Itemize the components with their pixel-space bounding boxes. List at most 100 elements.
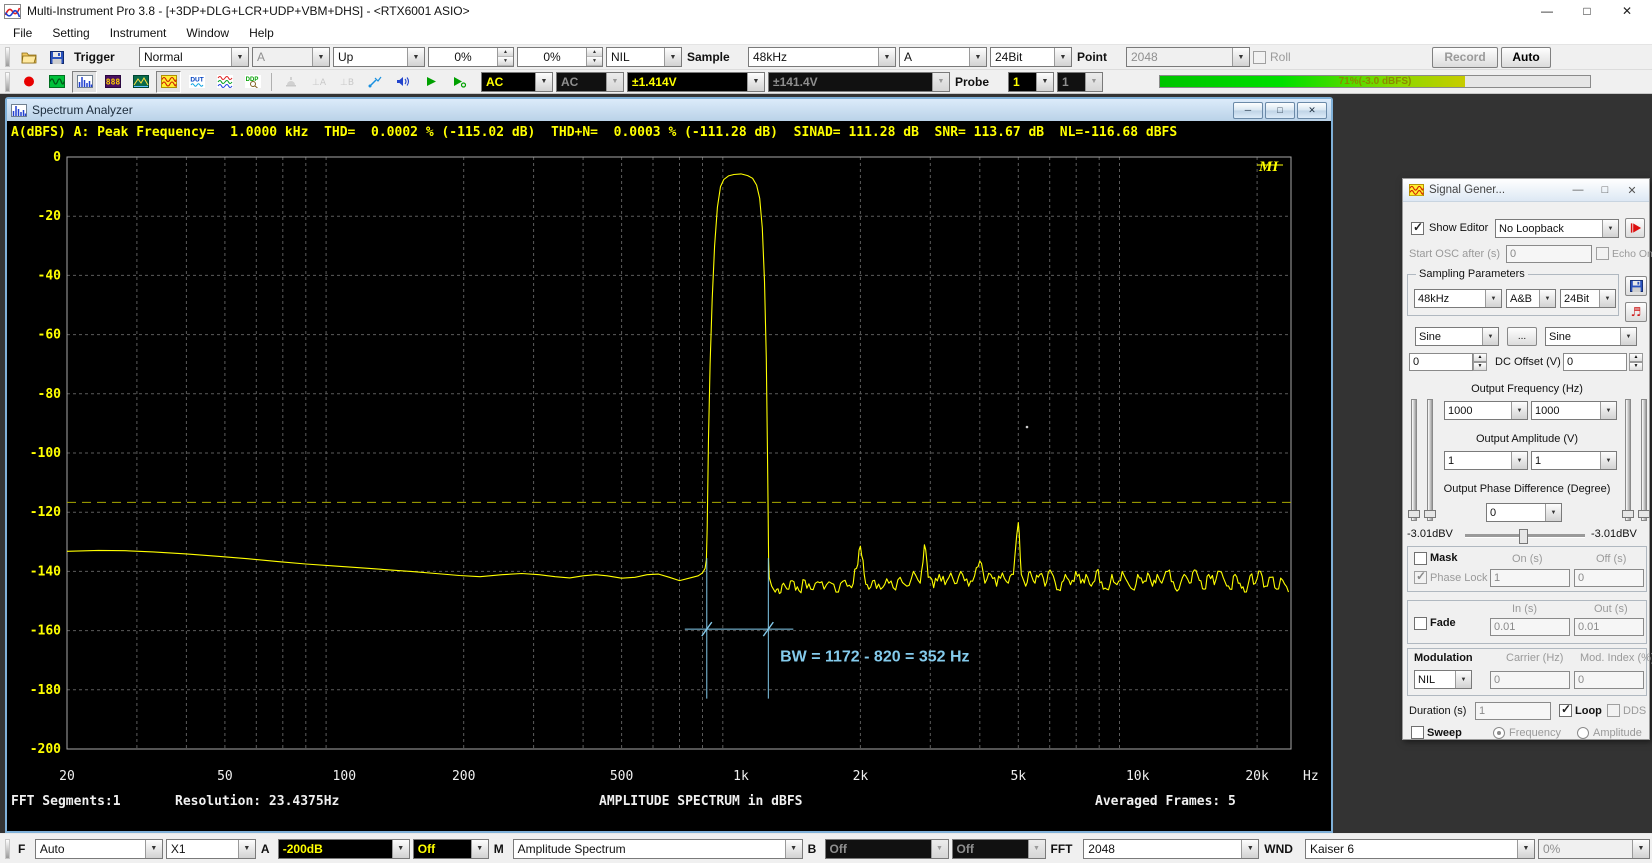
oscilloscope-icon[interactable] bbox=[44, 71, 69, 93]
menu-help[interactable]: Help bbox=[240, 24, 283, 42]
marker-b-icon[interactable]: ⊥B bbox=[334, 71, 359, 93]
generator-bit-depth-select[interactable]: 24Bit▼ bbox=[1560, 289, 1616, 308]
mask-checkbox[interactable] bbox=[1414, 552, 1427, 565]
level-slider-a1[interactable] bbox=[1411, 399, 1417, 521]
toolbar-grip[interactable] bbox=[5, 47, 10, 67]
dc-offset-a-input[interactable]: 0 bbox=[1409, 353, 1473, 371]
channel-a-y-range-select[interactable]: -200dB▼ bbox=[278, 839, 410, 859]
panel-minimize-icon[interactable]: — bbox=[1567, 184, 1589, 196]
duration-input[interactable]: 1 bbox=[1475, 702, 1551, 720]
output-amplitude-b-select[interactable]: 1▼ bbox=[1531, 451, 1617, 470]
spin-up-icon[interactable]: ▲ bbox=[587, 48, 602, 57]
spectrum-analyzer-icon[interactable] bbox=[72, 71, 97, 93]
balance-slider[interactable] bbox=[1465, 534, 1585, 538]
generator-sampling-rate-select[interactable]: 48kHz▼ bbox=[1414, 289, 1502, 308]
device-test-plan-icon[interactable]: DUT bbox=[184, 71, 209, 93]
spectrum-3d-plot-icon[interactable] bbox=[128, 71, 153, 93]
phase-lock-checkbox[interactable] bbox=[1414, 571, 1427, 584]
maximize-icon[interactable]: □ bbox=[1580, 4, 1594, 18]
derived-data-curve-icon[interactable] bbox=[212, 71, 237, 93]
run-icon[interactable] bbox=[418, 71, 443, 93]
alarm-icon[interactable] bbox=[278, 71, 303, 93]
menu-window[interactable]: Window bbox=[177, 24, 238, 42]
trigger-edge-select[interactable]: Up▼ bbox=[333, 47, 425, 67]
output-phase-select[interactable]: 0▼ bbox=[1486, 503, 1562, 522]
carrier-input[interactable]: 0 bbox=[1490, 671, 1570, 689]
dc-offset-b-input[interactable]: 0 bbox=[1563, 353, 1627, 371]
record-length-select[interactable]: 2048▼ bbox=[1126, 47, 1250, 67]
signal-generator-icon[interactable] bbox=[156, 71, 181, 93]
dc-offset-b-spinner[interactable]: ▲ ▼ bbox=[1629, 353, 1643, 371]
fade-in-input[interactable]: 0.01 bbox=[1490, 618, 1570, 636]
run-loop-icon[interactable] bbox=[446, 71, 471, 93]
overlap-select[interactable]: 0%▼ bbox=[1538, 839, 1650, 859]
sweep-amplitude-radio[interactable] bbox=[1577, 727, 1589, 739]
dc-offset-a-spinner[interactable]: ▲ ▼ bbox=[1473, 353, 1487, 371]
window-maximize-icon[interactable]: □ bbox=[1265, 102, 1295, 119]
channel-a-processing-select[interactable]: Off▼ bbox=[413, 839, 489, 859]
trigger-mode-select[interactable]: Normal▼ bbox=[139, 47, 249, 67]
sound-output-icon[interactable] bbox=[390, 71, 415, 93]
probe-calibration-icon[interactable] bbox=[362, 71, 387, 93]
marker-a-icon[interactable]: ⊥A bbox=[306, 71, 331, 93]
menu-instrument[interactable]: Instrument bbox=[101, 24, 176, 42]
sampling-rate-select[interactable]: 48kHz▼ bbox=[748, 47, 896, 67]
toolbar-grip[interactable] bbox=[5, 839, 10, 859]
modulation-type-select[interactable]: NIL▼ bbox=[1414, 670, 1472, 689]
roll-checkbox[interactable]: Roll bbox=[1253, 50, 1291, 64]
output-amplitude-a-select[interactable]: 1▼ bbox=[1444, 451, 1528, 470]
level-slider-b2[interactable] bbox=[1641, 399, 1647, 521]
spin-up-icon[interactable]: ▲ bbox=[498, 48, 513, 57]
save-file-icon[interactable] bbox=[44, 46, 69, 68]
output-frequency-b-select[interactable]: 1000▼ bbox=[1531, 401, 1617, 420]
window-close-icon[interactable]: ✕ bbox=[1297, 102, 1327, 119]
dds-checkbox[interactable] bbox=[1607, 704, 1620, 717]
trigger-level-spinner[interactable]: 0%▲▼ bbox=[428, 47, 514, 67]
start-generator-button[interactable] bbox=[1625, 218, 1645, 238]
record-button[interactable]: Record bbox=[1432, 47, 1498, 68]
menu-setting[interactable]: Setting bbox=[43, 24, 98, 42]
output-frequency-a-select[interactable]: 1000▼ bbox=[1444, 401, 1528, 420]
waveform-b-select[interactable]: Sine▼ bbox=[1545, 327, 1637, 346]
spin-down-icon[interactable]: ▼ bbox=[498, 57, 513, 66]
save-signal-button[interactable] bbox=[1625, 276, 1647, 296]
mask-on-input[interactable]: 1 bbox=[1490, 569, 1570, 587]
panel-close-icon[interactable]: ✕ bbox=[1621, 184, 1643, 197]
probe-a-select[interactable]: 1▼ bbox=[1008, 72, 1054, 92]
waveform-a-select[interactable]: Sine▼ bbox=[1415, 327, 1499, 346]
spectrum-chart[interactable]: 20501002005001k2k5k10k20kHz0-20-40-60-80… bbox=[7, 144, 1331, 831]
close-icon[interactable]: ✕ bbox=[1620, 4, 1634, 18]
window-minimize-icon[interactable]: ─ bbox=[1233, 102, 1263, 119]
music-notes-button[interactable]: ♬ bbox=[1625, 302, 1647, 322]
start-osc-input[interactable]: 0 bbox=[1506, 245, 1592, 263]
loopback-select[interactable]: No Loopback▼ bbox=[1495, 219, 1619, 238]
fade-out-input[interactable]: 0.01 bbox=[1574, 618, 1644, 636]
trigger-source-select[interactable]: A▼ bbox=[252, 47, 330, 67]
channel-b-y-range-select[interactable]: Off▼ bbox=[825, 839, 949, 859]
spectrum-window-titlebar[interactable]: Spectrum Analyzer ─ □ ✕ bbox=[7, 99, 1331, 121]
sweep-checkbox[interactable] bbox=[1411, 726, 1424, 739]
panel-maximize-icon[interactable]: □ bbox=[1594, 184, 1616, 196]
ddp-viewer-icon[interactable]: DDP bbox=[240, 71, 265, 93]
channel-a-range-select[interactable]: ±1.414V▼ bbox=[627, 72, 765, 92]
toolbar-grip[interactable] bbox=[5, 72, 10, 92]
channel-b-coupling-select[interactable]: AC▼ bbox=[556, 72, 624, 92]
trigger-delay-spinner[interactable]: 0%▲▼ bbox=[517, 47, 603, 67]
sweep-frequency-radio[interactable] bbox=[1493, 727, 1505, 739]
level-slider-a2[interactable] bbox=[1427, 399, 1433, 521]
display-mode-select[interactable]: Amplitude Spectrum▼ bbox=[513, 839, 803, 859]
show-editor-checkbox[interactable] bbox=[1411, 222, 1424, 235]
channel-b-processing-select[interactable]: Off▼ bbox=[952, 839, 1046, 859]
spin-down-icon[interactable]: ▼ bbox=[587, 57, 602, 66]
fft-size-select[interactable]: 2048▼ bbox=[1083, 839, 1259, 859]
frequency-multiplier-select[interactable]: X1▼ bbox=[166, 839, 256, 859]
channel-b-range-select[interactable]: ±141.4V▼ bbox=[768, 72, 950, 92]
minimize-icon[interactable]: — bbox=[1540, 4, 1554, 18]
channel-a-coupling-select[interactable]: AC▼ bbox=[481, 72, 553, 92]
auto-button[interactable]: Auto bbox=[1501, 47, 1551, 68]
menu-file[interactable]: File bbox=[4, 24, 41, 42]
more-options-button[interactable]: ... bbox=[1507, 327, 1537, 346]
window-function-select[interactable]: Kaiser 6▼ bbox=[1305, 839, 1535, 859]
signal-generator-titlebar[interactable]: Signal Gener... — □ ✕ bbox=[1403, 179, 1649, 202]
frequency-range-select[interactable]: Auto▼ bbox=[35, 839, 163, 859]
